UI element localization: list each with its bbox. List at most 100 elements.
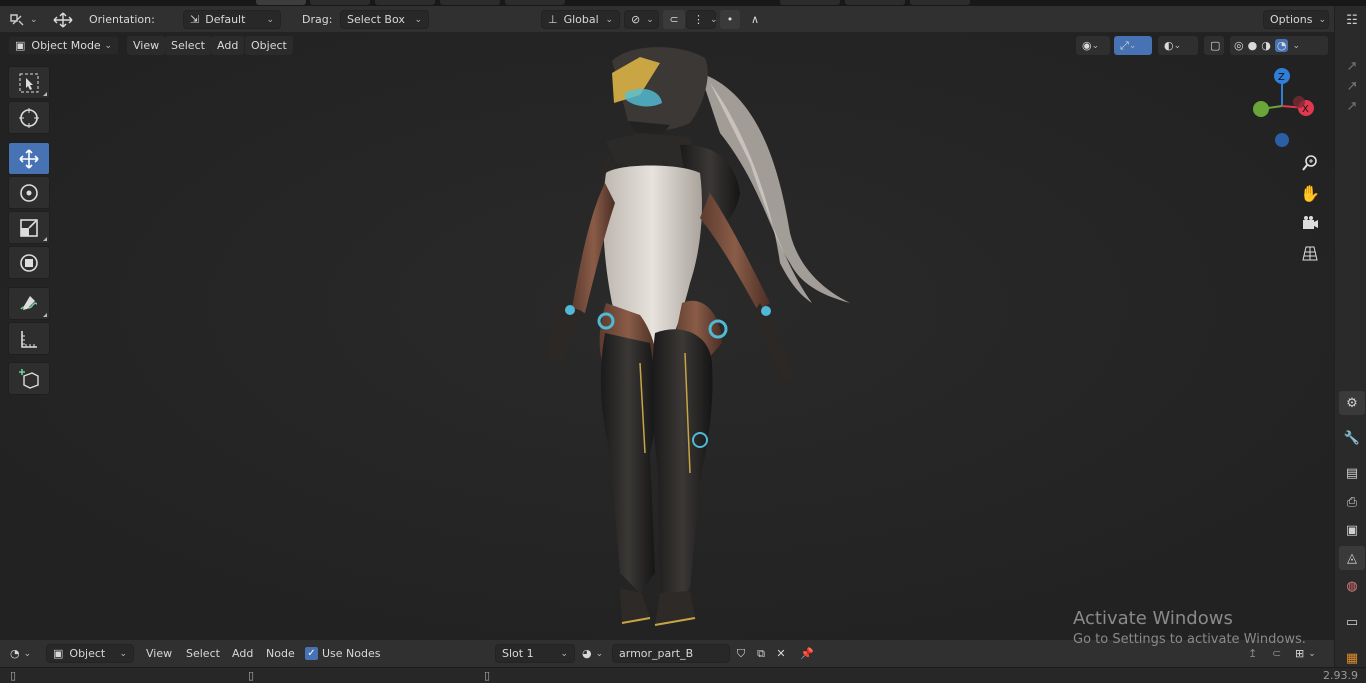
move-arrows-icon xyxy=(53,12,73,27)
material-sphere-icon: ◕ xyxy=(582,647,592,660)
pivot-point-dropdown[interactable]: ⊘ ⌄ xyxy=(624,10,659,29)
solid-shading-icon[interactable]: ● xyxy=(1248,39,1258,52)
chevron-down-icon: ⌄ xyxy=(30,14,38,25)
chevron-down-icon[interactable]: ⌄ xyxy=(1292,41,1300,51)
overlays-dropdown[interactable]: ◐ ⌄ xyxy=(1158,36,1198,55)
drag-dropdown[interactable]: Select Box ⌄ xyxy=(340,10,429,29)
tool-variant-indicator xyxy=(43,313,47,317)
workspace-tab[interactable] xyxy=(256,0,306,5)
mode-dropdown[interactable]: ▣ Object Mode ⌄ xyxy=(8,36,119,55)
close-icon: ✕ xyxy=(776,647,786,660)
menu-object[interactable]: Object xyxy=(245,36,293,55)
menu-view[interactable]: View xyxy=(127,36,166,55)
outliner-icon: ☷ xyxy=(1346,12,1358,28)
pin-arrow-icon: ↗ xyxy=(1346,78,1358,94)
tab-scene[interactable]: ▣ xyxy=(1339,518,1365,542)
perspective-toggle-button[interactable] xyxy=(1295,238,1325,268)
gizmo-y-axis[interactable] xyxy=(1253,101,1269,117)
activate-windows-watermark: Activate Windows Go to Settings to activ… xyxy=(1073,607,1306,649)
move-tool[interactable] xyxy=(8,142,50,175)
gizmo-negative-z[interactable] xyxy=(1275,133,1289,147)
shader-type-dropdown[interactable]: ▣ Object ⌄ xyxy=(46,644,134,663)
unlink-material-button[interactable]: ✕ xyxy=(772,644,790,663)
falloff-dropdown[interactable]: ∧ xyxy=(742,10,768,29)
pivot-icon: ⊘ xyxy=(631,13,641,26)
cursor-tool[interactable] xyxy=(8,101,50,134)
add-cube-tool[interactable] xyxy=(8,362,50,395)
editor-type-button[interactable]: ◔ ⌄ xyxy=(10,644,31,663)
3d-viewport[interactable] xyxy=(0,33,1334,639)
workspace-tab[interactable] xyxy=(375,0,435,5)
tab-object[interactable]: ◬ xyxy=(1339,546,1365,570)
transform-space-value: Global xyxy=(563,13,599,26)
material-shading-icon[interactable]: ◑ xyxy=(1261,39,1271,52)
options-dropdown[interactable]: Options ⌄ xyxy=(1263,10,1329,29)
menu-select[interactable]: Select xyxy=(165,36,211,55)
printer-icon: ⎙ xyxy=(1346,494,1358,510)
workspace-tab[interactable] xyxy=(310,0,370,5)
tab-render[interactable]: 🔧 xyxy=(1339,426,1365,450)
chevron-down-icon: ⌄ xyxy=(1128,40,1137,51)
tab-collection[interactable]: ▭ xyxy=(1339,610,1365,634)
tab-output[interactable]: ▤ xyxy=(1339,461,1365,485)
node-menu-select[interactable]: Select xyxy=(186,644,220,663)
xray-toggle[interactable]: ▢ xyxy=(1204,36,1224,55)
gizmo-toggle[interactable]: ⤢ ⌄ xyxy=(1114,36,1152,55)
editor-type-button[interactable]: ⌄ xyxy=(8,10,38,29)
zoom-button[interactable] xyxy=(1295,148,1325,178)
tab-world[interactable]: ◍ xyxy=(1339,574,1365,598)
node-menu-node[interactable]: Node xyxy=(266,644,295,663)
chevron-down-icon: ⌄ xyxy=(595,648,604,659)
select-box-tool[interactable] xyxy=(8,66,50,99)
new-material-button[interactable]: ⧉ xyxy=(752,644,770,663)
view-settings-icon[interactable]: ↗ xyxy=(1339,94,1365,118)
watermark-subtitle: Go to Settings to activate Windows. xyxy=(1073,632,1306,647)
scale-tool[interactable] xyxy=(8,211,50,244)
pin-button[interactable]: 📌 xyxy=(798,644,816,663)
material-browse-button[interactable]: ◕ ⌄ xyxy=(582,644,603,663)
outliner-toggle[interactable]: ☷ xyxy=(1339,8,1365,32)
node-menu-add[interactable]: Add xyxy=(232,644,253,663)
snap-toggle[interactable]: ⊂ xyxy=(663,10,685,29)
falloff-curve-icon: ∧ xyxy=(750,13,760,26)
shapes-icon: ◬ xyxy=(1347,550,1357,566)
snap-target-dropdown[interactable]: ⋮ ⌄ xyxy=(686,10,718,29)
select-box-icon xyxy=(19,73,39,92)
gizmo-negative-y[interactable] xyxy=(1293,96,1305,108)
wireframe-shading-icon[interactable]: ◎ xyxy=(1234,39,1244,52)
orientation-icon: ⇲ xyxy=(190,13,200,26)
chevron-down-icon: ⌄ xyxy=(414,14,422,25)
gizmo-z-label: Z xyxy=(1278,72,1285,83)
measure-tool[interactable] xyxy=(8,322,50,355)
tab-tool[interactable]: ⚙ xyxy=(1339,391,1365,415)
transform-tool[interactable] xyxy=(8,246,50,279)
chevron-down-icon: ⌄ xyxy=(1091,40,1100,51)
slot-dropdown[interactable]: Slot 1 ⌄ xyxy=(495,644,575,663)
workspace-tab[interactable] xyxy=(910,0,970,5)
rendered-shading-icon[interactable]: ◔ xyxy=(1274,39,1289,52)
material-name-field[interactable]: armor_part_B xyxy=(612,644,730,663)
fake-user-button[interactable]: ⛉ xyxy=(732,644,750,663)
pan-button[interactable]: ✋ xyxy=(1295,178,1325,208)
transform-orientation-dropdown[interactable]: ⊥ Global ⌄ xyxy=(541,10,620,29)
navigation-gizmo[interactable]: Z X xyxy=(1244,64,1324,154)
node-menu-view[interactable]: View xyxy=(146,644,172,663)
shield-icon: ⛉ xyxy=(736,646,746,660)
camera-view-button[interactable] xyxy=(1295,208,1325,238)
pin-arrow-icon: ↗ xyxy=(1346,98,1358,114)
use-nodes-checkbox[interactable]: ✓ Use Nodes xyxy=(305,644,381,663)
workspace-tab[interactable] xyxy=(780,0,840,5)
visibility-dropdown[interactable]: ◉ ⌄ xyxy=(1076,36,1110,55)
workspace-tab[interactable] xyxy=(845,0,905,5)
workspace-tab[interactable] xyxy=(440,0,500,5)
rotate-tool[interactable] xyxy=(8,176,50,209)
material-name: armor_part_B xyxy=(619,647,694,660)
annotate-tool[interactable] xyxy=(8,287,50,320)
chevron-down-icon: ⌄ xyxy=(266,14,274,25)
menu-add[interactable]: Add xyxy=(211,36,245,55)
workspace-tab[interactable] xyxy=(505,0,565,5)
globe-icon: ◍ xyxy=(1346,578,1358,594)
proportional-edit-toggle[interactable]: • xyxy=(720,10,740,29)
orientation-dropdown[interactable]: ⇲ Default ⌄ xyxy=(183,10,281,29)
tab-view-layer[interactable]: ⎙ xyxy=(1339,490,1365,514)
